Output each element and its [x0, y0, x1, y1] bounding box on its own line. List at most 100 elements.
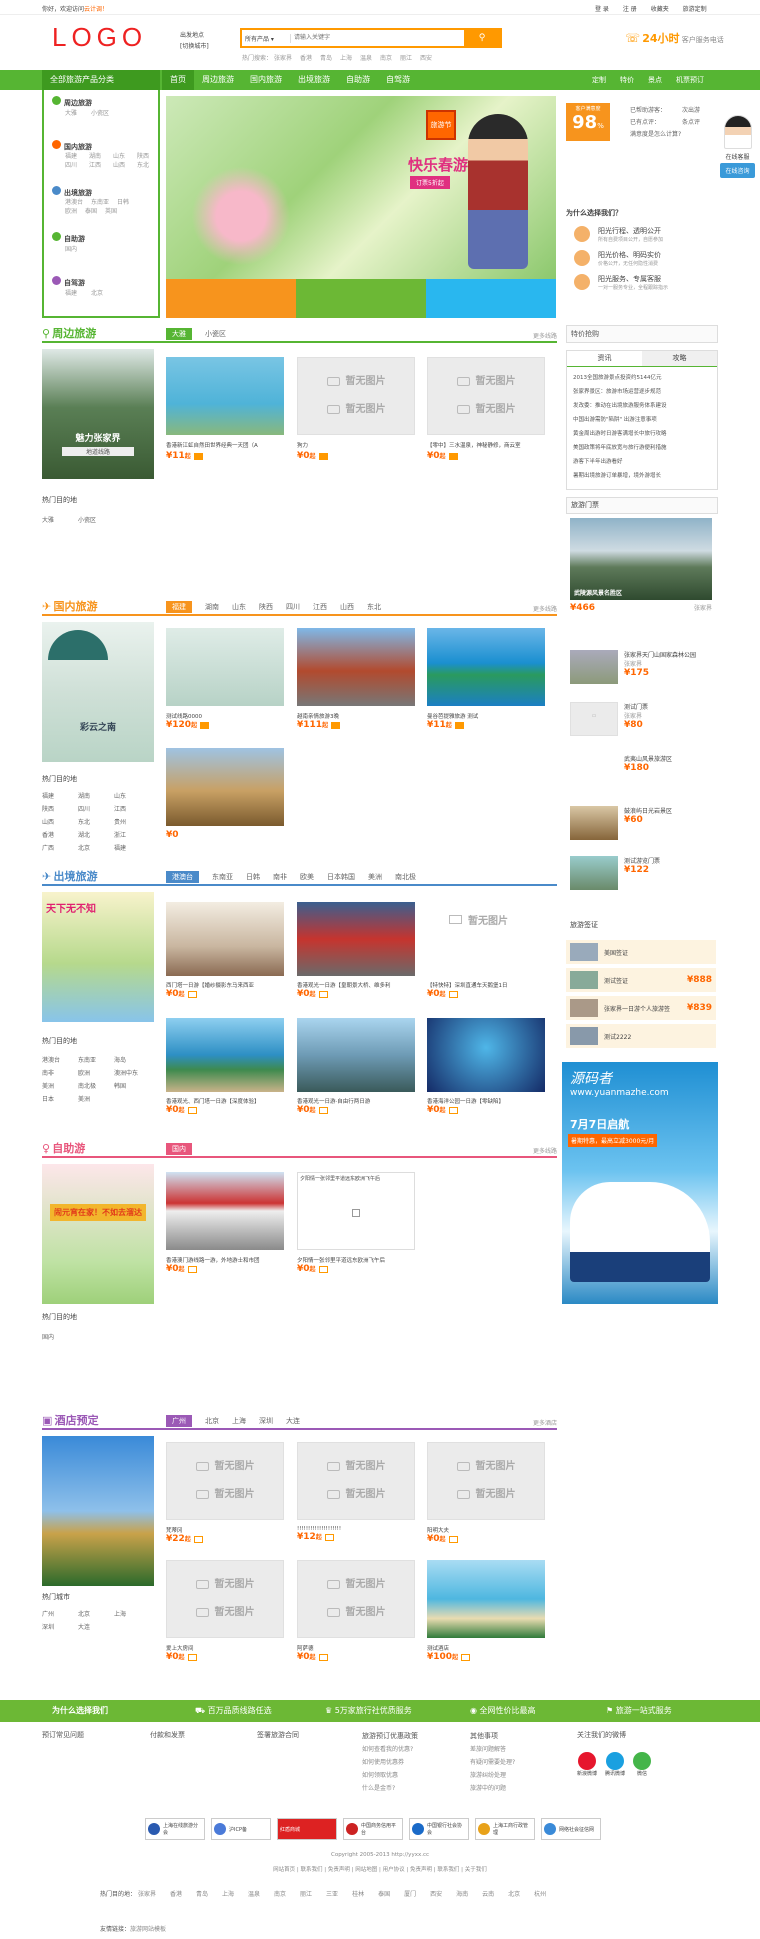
banner-indicators[interactable] [166, 279, 556, 318]
weibo-link[interactable]: 新浪微博 [577, 1752, 597, 1777]
nav-scenic[interactable]: 景点 [648, 76, 662, 84]
product-card[interactable]: 香港观光一日游【皇朝景大桥、维多利 ¥0起 [297, 902, 415, 999]
footer-link[interactable]: 免责声明 [328, 1867, 350, 1873]
trust-badge[interactable]: 中国商务信用平台 [343, 1818, 403, 1840]
tab-dongnanya[interactable]: 东南亚 [212, 872, 233, 882]
footer-hot-link[interactable]: 南京 [274, 1891, 286, 1898]
footer-hot-link[interactable]: 泰国 [378, 1891, 390, 1898]
visa-item[interactable]: 测试2222 [566, 1024, 716, 1048]
nav-guonei[interactable]: 国内旅游 [242, 70, 290, 90]
banner-dot-2[interactable] [296, 279, 426, 318]
tab-americas[interactable]: 美洲 [368, 872, 382, 882]
ticket-feature[interactable]: 武陵源风景名胜区 ¥466 张家界 [570, 518, 712, 616]
logo[interactable]: LOGO [52, 22, 147, 53]
tab-gangaotai[interactable]: 港澳台 [166, 871, 199, 883]
nav-special[interactable]: 特价 [620, 76, 634, 84]
product-card[interactable]: 暂无图片 暂无图片!!!!!!!!!!!!!!!!!!!! ¥12起 [297, 1442, 415, 1542]
more-link[interactable]: 更多酒店 [533, 1418, 557, 1427]
switch-city-link[interactable]: [切换城市] [180, 41, 209, 52]
login-link[interactable]: 登 录 [595, 6, 609, 13]
footer-link[interactable]: 旅游纠纷处理 [470, 1769, 515, 1782]
trust-badge[interactable]: 红盾商城 [277, 1818, 337, 1840]
product-card[interactable]: 暂无图片 【特快特】深圳直通车天鹅堡1日 ¥0起 [427, 902, 545, 999]
tab-japan-korea[interactable]: 日本韩国 [327, 872, 355, 882]
tencent-weibo-link[interactable]: 腾讯微博 [605, 1752, 625, 1777]
main-banner[interactable]: 旅游节 快乐春游 订票5折起 [166, 96, 556, 279]
product-card[interactable]: ¥0 [166, 748, 284, 840]
footer-link[interactable]: 免责声明 [410, 1867, 432, 1873]
footer-hot-link[interactable]: 温泉 [248, 1891, 260, 1898]
product-card[interactable]: 暂无图片 暂无图片 梵蒂冈 ¥22起 [166, 1442, 284, 1544]
category-chujing[interactable]: 出境旅游 港澳台 东南亚 日韩 欧洲 泰国 英国 [52, 186, 150, 232]
guonei-feature[interactable]: 彩云之南 [42, 622, 154, 762]
online-service[interactable]: 在线客服 在线咨询 [720, 115, 755, 190]
hot-search-link[interactable]: 上海 [340, 55, 352, 62]
more-link[interactable]: 更多线路 [533, 1146, 557, 1155]
footer-hot-link[interactable]: 杭州 [534, 1891, 546, 1898]
footer-link[interactable]: 用户协议 [383, 1867, 405, 1873]
tab-guangzhou[interactable]: 广州 [166, 1415, 192, 1427]
chujing-feature[interactable]: 天下无不知 [42, 892, 154, 1022]
more-link[interactable]: 更多线路 [533, 331, 557, 340]
trust-badge[interactable]: 上海在线旅游分会 [145, 1818, 205, 1840]
footer-link[interactable]: 关于我们 [465, 1867, 487, 1873]
tab-xiaoci[interactable]: 小瓷区 [205, 329, 226, 339]
register-link[interactable]: 注 册 [623, 6, 637, 13]
zhoubian-feature[interactable]: 魅力张家界 地道线路 [42, 349, 154, 479]
news-item[interactable]: 中国出游需防"陷阱" 出游注意事项 [573, 413, 711, 427]
banner-dot-1[interactable] [166, 279, 296, 318]
tab-shaanxi[interactable]: 陕西 [259, 602, 273, 612]
online-chat-button[interactable]: 在线咨询 [720, 163, 755, 178]
search-button[interactable]: ⚲ [464, 30, 500, 46]
product-card[interactable]: 越南亲情旅游3晚 ¥111起 [297, 628, 415, 730]
tab-nanfei[interactable]: 南非 [273, 872, 287, 882]
tab-shanxi[interactable]: 山西 [340, 602, 354, 612]
banner-dot-3[interactable] [426, 279, 556, 318]
news-item[interactable]: 游客下半年出游看好 [573, 455, 711, 469]
trust-badge[interactable]: 中国银行社会协会 [409, 1818, 469, 1840]
product-card[interactable]: 暂无图片 暂无图片 阳明大夫 ¥0起 [427, 1442, 545, 1544]
hot-search-link[interactable]: 西安 [420, 55, 432, 62]
footer-hot-link[interactable]: 香港 [170, 1891, 182, 1898]
product-card[interactable]: 香港观光一日游·自由行两日游 ¥0起 [297, 1018, 415, 1115]
category-zizhu[interactable]: 自助游 国内 [52, 232, 150, 276]
visa-item[interactable]: 张家界一日游个人旅游签 ¥839 [566, 996, 716, 1020]
news-item[interactable]: 2013全国旅游景点投资约5144亿元 [573, 371, 711, 385]
footer-link[interactable]: 有疑问需要处理? [470, 1756, 515, 1769]
category-guonei[interactable]: 国内旅游 福建 湖南 山东 陕西 四川 江西 山西 东北 [52, 140, 150, 186]
product-card[interactable]: 暂无图片 暂无图片 爱上大房间 ¥0起 [166, 1560, 284, 1662]
more-link[interactable]: 更多线路 [533, 604, 557, 613]
footer-hot-link[interactable]: 云南 [482, 1891, 494, 1898]
footer-link[interactable]: 如何使用优惠券 [362, 1756, 418, 1769]
footer-link[interactable]: 联系我们 [301, 1867, 323, 1873]
footer-hot-link[interactable]: 海南 [456, 1891, 468, 1898]
tab-shanghai[interactable]: 上海 [232, 1416, 246, 1426]
depart-city[interactable]: 出发地点 [切换城市] [180, 30, 209, 52]
favorites-link[interactable]: 收藏夹 [651, 6, 669, 13]
footer-link[interactable]: 网站地图 [355, 1867, 377, 1873]
hot-search-link[interactable]: 香港 [300, 55, 312, 62]
ticket-item[interactable]: 张家界天门山国家森林公园 张家界 ¥175 [570, 650, 716, 702]
tab-dongbei[interactable]: 东北 [367, 602, 381, 612]
trust-badge[interactable]: 上海工商行政管理 [475, 1818, 535, 1840]
trust-badge[interactable]: 网络社会征信网 [541, 1818, 601, 1840]
footer-hot-link[interactable]: 丽江 [300, 1891, 312, 1898]
product-card[interactable]: 西门塔一日游【婚纱摄影东马来西亚 ¥0起 [166, 902, 284, 999]
footer-hot-link[interactable]: 张家界 [138, 1891, 156, 1898]
tab-domestic[interactable]: 国内 [166, 1143, 192, 1155]
footer-hot-link[interactable]: 厦门 [404, 1891, 416, 1898]
wechat-link[interactable]: 微信 [633, 1752, 652, 1777]
ticket-item[interactable]: 武夷山风景旅游区 ¥180 [570, 754, 716, 806]
news-item[interactable]: 暑期出境旅游订单暴增，境外游增长 [573, 469, 711, 483]
tab-daya[interactable]: 大雅 [166, 328, 192, 340]
hot-search-link[interactable]: 青岛 [320, 55, 332, 62]
visa-item[interactable]: 测试签证 ¥888 [566, 968, 716, 992]
product-card[interactable]: 测试线路0000 ¥120起 [166, 628, 284, 730]
hot-search-link[interactable]: 温泉 [360, 55, 372, 62]
category-zhoubian[interactable]: 周边旅游 大雅 小瓷区 [52, 96, 150, 140]
product-card[interactable]: 香港海洋公园一日游【零缺陷】 ¥0起 [427, 1018, 545, 1115]
hot-search-link[interactable]: 张家界 [274, 55, 292, 62]
tab-beijing[interactable]: 北京 [205, 1416, 219, 1426]
ticket-item[interactable]: ▭ 测试门票 张家界 ¥80 [570, 702, 716, 754]
hot-search-link[interactable]: 丽江 [400, 55, 412, 62]
